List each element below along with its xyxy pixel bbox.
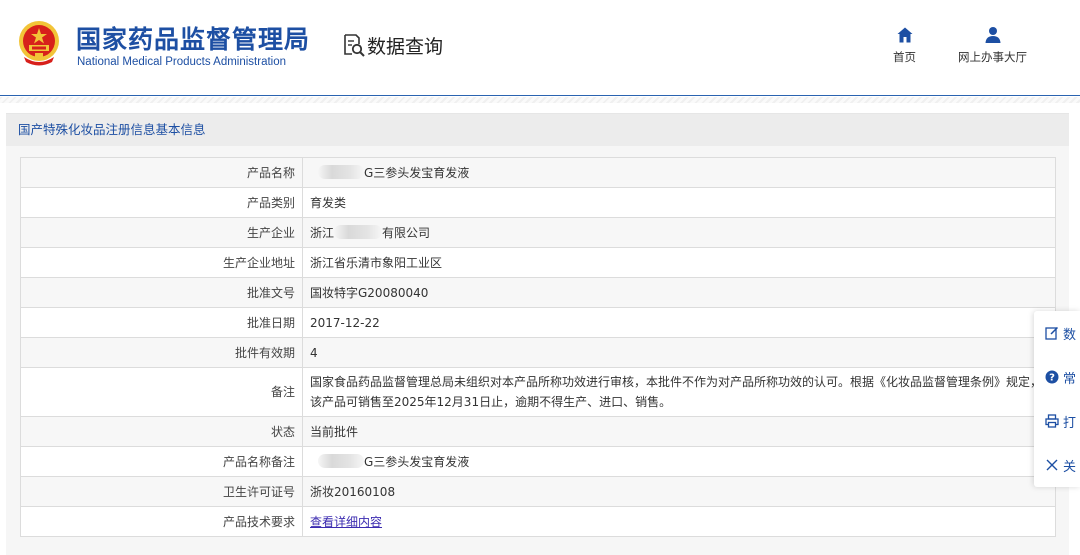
table-row: 批件有效期 4	[20, 337, 1056, 368]
field-label: 批件有效期	[20, 337, 303, 368]
side-toolbar: 数 ? 常 打 关	[1034, 311, 1080, 487]
manufacturer-suffix: 有限公司	[382, 226, 431, 240]
nav-home-label: 首页	[893, 50, 916, 64]
site-header: 国家药品监督管理局 National Medical Products Admi…	[0, 0, 1080, 96]
field-value: 浙江省乐清市象阳工业区	[302, 247, 1056, 278]
nav-online-service-hall[interactable]: 网上办事大厅	[958, 26, 1027, 65]
redacted-text	[334, 225, 383, 239]
field-value: G三参头发宝育发液	[302, 446, 1056, 477]
close-icon	[1046, 459, 1058, 471]
field-value: 浙江 有限公司	[302, 217, 1056, 248]
table-row: 生产企业 浙江 有限公司	[20, 217, 1056, 248]
section-title-text: 数据查询	[367, 35, 444, 58]
org-name-en: National Medical Products Administration	[77, 56, 287, 68]
field-value: 当前批件	[302, 416, 1056, 447]
panel-title: 国产特殊化妆品注册信息基本信息	[6, 114, 1069, 146]
table-row: 产品类别 育发类	[20, 187, 1056, 218]
table-row: 卫生许可证号 浙妆20160108	[20, 476, 1056, 507]
field-value: 育发类	[302, 187, 1056, 218]
field-label: 生产企业	[20, 217, 303, 248]
side-close-label: 关	[1063, 459, 1077, 475]
manufacturer-prefix: 浙江	[310, 226, 335, 240]
decorative-band	[0, 97, 1080, 103]
field-label: 批准日期	[20, 307, 303, 338]
field-value: 国妆特字G20080040	[302, 277, 1056, 308]
field-label: 产品技术要求	[20, 506, 303, 537]
table-row: 产品技术要求 查看详细内容	[20, 506, 1056, 537]
field-label: 备注	[20, 367, 303, 417]
help-icon: ?	[1045, 370, 1059, 384]
table-row: 备注 国家食品药品监督管理总局未组织对本产品所称功效进行审核，本批件不作为对产品…	[20, 367, 1056, 417]
table-row: 生产企业地址 浙江省乐清市象阳工业区	[20, 247, 1056, 278]
home-icon	[897, 27, 912, 43]
svg-text:?: ?	[1049, 373, 1055, 384]
side-print-button[interactable]: 打	[1034, 399, 1080, 443]
table-row: 产品名称备注 G三参头发宝育发液	[20, 446, 1056, 477]
print-icon	[1045, 414, 1059, 428]
section-title: 数据查询	[343, 31, 443, 59]
org-name-cn: 国家药品监督管理局	[76, 25, 311, 54]
table-row: 产品名称 G三参头发宝育发液	[20, 157, 1056, 188]
field-label: 批准文号	[20, 277, 303, 308]
field-label: 卫生许可证号	[20, 476, 303, 507]
side-print-label: 打	[1063, 415, 1077, 431]
record-table: 产品名称 G三参头发宝育发液 产品类别 育发类 生产企业 浙江 有限公司 生产企业…	[20, 157, 1056, 537]
national-emblem-icon	[19, 21, 59, 66]
nav-online-service-hall-label: 网上办事大厅	[958, 50, 1027, 64]
nav-home[interactable]: 首页	[893, 26, 916, 65]
edit-icon	[1045, 326, 1059, 340]
field-label: 生产企业地址	[20, 247, 303, 278]
field-label: 产品类别	[20, 187, 303, 218]
product-name-value: G三参头发宝育发液	[364, 166, 470, 180]
side-data-label: 数	[1063, 327, 1077, 343]
field-label: 状态	[20, 416, 303, 447]
product-name-note-value: G三参头发宝育发液	[364, 455, 470, 469]
redacted-text	[318, 165, 364, 179]
field-value: G三参头发宝育发液	[302, 157, 1056, 188]
redacted-text	[318, 454, 364, 468]
field-value: 浙妆20160108	[302, 476, 1056, 507]
table-row: 批准日期 2017-12-22	[20, 307, 1056, 338]
field-value: 国家食品药品监督管理总局未组织对本产品所称功效进行审核，本批件不作为对产品所称功…	[302, 367, 1056, 417]
field-label: 产品名称	[20, 157, 303, 188]
side-faq-label: 常	[1063, 371, 1077, 387]
view-details-link[interactable]: 查看详细内容	[310, 515, 382, 529]
field-value: 查看详细内容	[302, 506, 1056, 537]
table-row: 批准文号 国妆特字G20080040	[20, 277, 1056, 308]
side-data-button[interactable]: 数	[1034, 311, 1080, 355]
field-label: 产品名称备注	[20, 446, 303, 477]
document-search-icon	[344, 34, 365, 57]
side-close-button[interactable]: 关	[1034, 443, 1080, 487]
side-faq-button[interactable]: ? 常	[1034, 355, 1080, 399]
user-icon	[985, 27, 1000, 43]
table-row: 状态 当前批件	[20, 416, 1056, 447]
field-value: 4	[302, 337, 1056, 368]
field-value: 2017-12-22	[302, 307, 1056, 338]
